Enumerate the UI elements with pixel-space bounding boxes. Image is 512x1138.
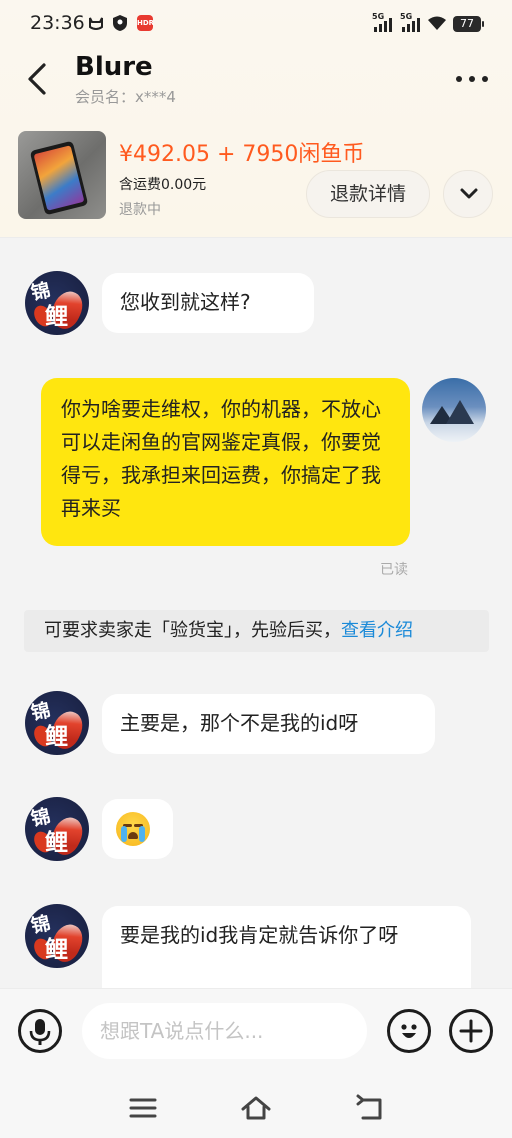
network-type-label: 5G bbox=[400, 12, 413, 21]
crying-face-emoji bbox=[116, 812, 150, 846]
my-message-bubble: 你为啥要走维权，你的机器，不放心可以走闲鱼的官网鉴定真假，你要觉得亏，我承担来回… bbox=[41, 378, 410, 546]
top-panel: 23:36 HDR 5G 5G 77 Blure 会员名：x***4 ¥492.… bbox=[0, 0, 512, 238]
phone-image bbox=[29, 140, 89, 216]
chevron-down-icon bbox=[460, 188, 478, 199]
dot bbox=[456, 76, 462, 82]
cellular-signal-2: 5G bbox=[400, 12, 420, 36]
home-icon[interactable] bbox=[239, 1093, 273, 1123]
product-price: ¥492.05 + 7950闲鱼币 bbox=[119, 142, 365, 167]
message-bubble: 要是我的id我肯定就告诉你了呀 bbox=[102, 906, 471, 996]
smiley-icon bbox=[401, 1024, 417, 1038]
product-thumbnail[interactable] bbox=[18, 131, 106, 219]
more-options-button[interactable] bbox=[452, 62, 492, 94]
message-bubble: 您收到就这样? bbox=[102, 273, 314, 333]
view-intro-link[interactable]: 查看介绍 bbox=[341, 620, 413, 641]
dot bbox=[482, 76, 488, 82]
emoji-button[interactable] bbox=[387, 1009, 431, 1053]
my-avatar[interactable] bbox=[422, 378, 486, 442]
notice-text: 可要求卖家走「验货宝」，先验后买， bbox=[44, 620, 341, 641]
dot bbox=[469, 76, 475, 82]
menu-icon[interactable] bbox=[126, 1093, 160, 1123]
message-input[interactable]: 想跟TA说点什么... bbox=[82, 1003, 367, 1059]
cellular-signal-1: 5G bbox=[372, 12, 392, 36]
member-name: 会员名：x***4 bbox=[75, 88, 176, 106]
inspection-notice: 可要求卖家走「验货宝」，先验后买，查看介绍 bbox=[24, 610, 489, 652]
order-status: 退款中 bbox=[119, 202, 161, 218]
seller-avatar[interactable]: 锦鲤 bbox=[25, 797, 89, 861]
voice-button[interactable] bbox=[18, 1009, 62, 1053]
hdr-badge: HDR bbox=[137, 15, 154, 31]
plus-icon bbox=[459, 1019, 483, 1043]
expand-button[interactable] bbox=[443, 170, 493, 218]
back-icon[interactable] bbox=[353, 1093, 387, 1123]
seller-avatar[interactable]: 锦鲤 bbox=[25, 691, 89, 755]
chat-title: Blure bbox=[75, 52, 153, 82]
add-button[interactable] bbox=[449, 1009, 493, 1053]
microphone-icon bbox=[29, 1019, 51, 1045]
wifi-icon bbox=[428, 16, 446, 30]
refund-details-button[interactable]: 退款详情 bbox=[306, 170, 430, 218]
cat-icon bbox=[89, 17, 103, 30]
seller-avatar[interactable]: 锦鲤 bbox=[25, 904, 89, 968]
shipping-fee: 含运费0.00元 bbox=[119, 177, 207, 193]
back-arrow-icon[interactable] bbox=[22, 60, 56, 98]
battery-indicator: 77 bbox=[453, 16, 484, 32]
status-time: 23:36 bbox=[30, 12, 85, 34]
network-type-label: 5G bbox=[372, 12, 385, 21]
message-bubble: 主要是，那个不是我的id呀 bbox=[102, 694, 435, 754]
read-receipt: 已读 bbox=[380, 562, 408, 578]
shield-icon bbox=[113, 15, 127, 31]
seller-avatar[interactable]: 锦鲤 bbox=[25, 271, 89, 335]
status-bar: 23:36 HDR 5G 5G 77 bbox=[0, 0, 512, 48]
